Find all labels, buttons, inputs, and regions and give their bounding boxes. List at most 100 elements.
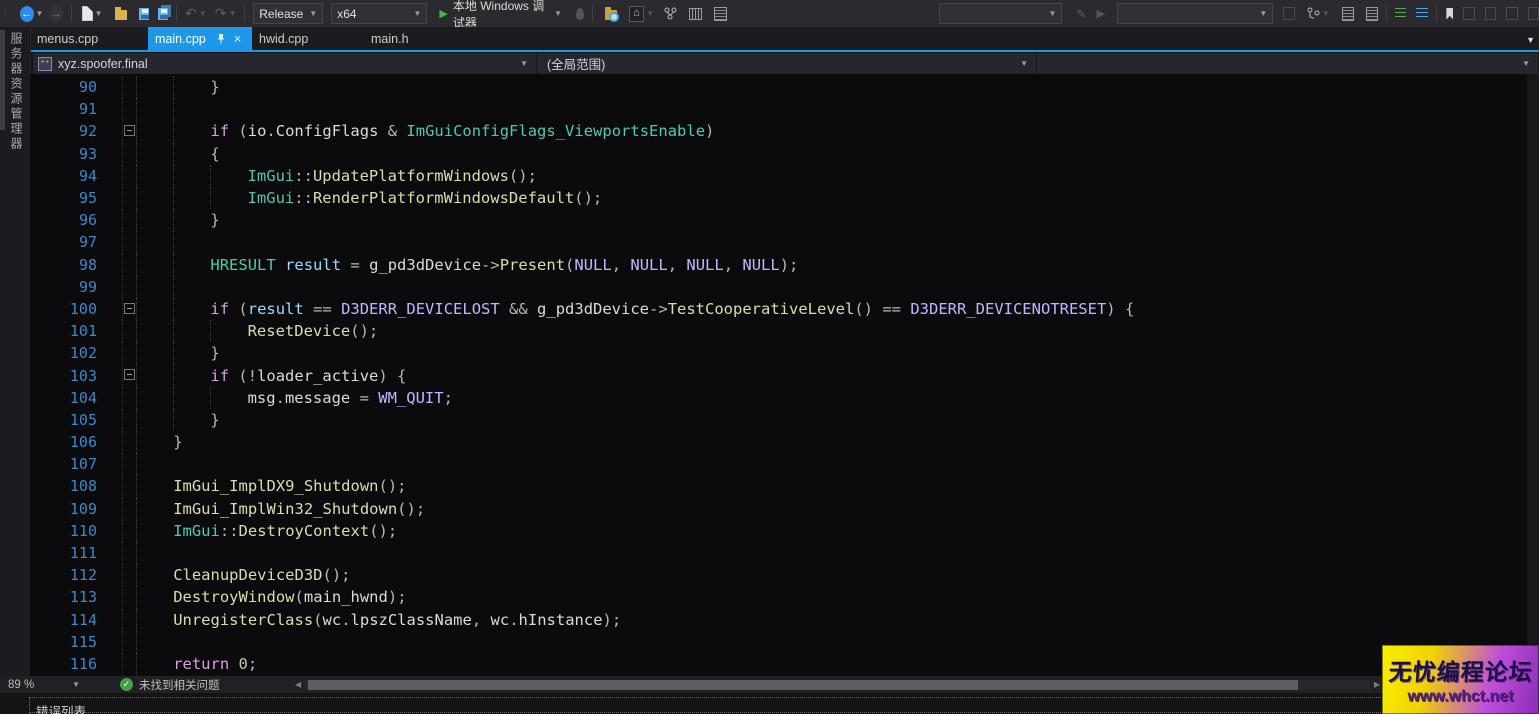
code-line[interactable]: 95ImGui::RenderPlatformWindowsDefault(); xyxy=(30,187,1527,209)
navigate-back-dropdown[interactable]: ▼ xyxy=(36,9,44,18)
start-debugger-button[interactable]: 本地 Windows 调试器 xyxy=(453,0,552,31)
save-all-icon[interactable] xyxy=(158,8,168,20)
toolbar-disabled-icon xyxy=(1485,7,1496,20)
undo-icon[interactable]: ↶ xyxy=(185,5,197,22)
fold-collapse-icon[interactable] xyxy=(124,303,135,314)
decrease-indent-icon[interactable] xyxy=(1395,8,1406,19)
code-tokens: } xyxy=(136,211,220,229)
start-debugger-dropdown[interactable]: ▼ xyxy=(554,9,562,18)
code-line[interactable]: 100if (result == D3DERR_DEVICELOST && g_… xyxy=(30,298,1527,320)
memory-window-icon[interactable] xyxy=(689,8,702,20)
hscroll-track[interactable] xyxy=(305,680,1370,690)
code-line[interactable]: 114UnregisterClass(wc.lpszClassName, wc.… xyxy=(30,609,1527,631)
editor-horizontal-scrollbar[interactable]: ◀ ▶ xyxy=(295,678,1380,691)
code-line[interactable]: 104msg.message = WM_QUIT; xyxy=(30,387,1527,409)
find-in-files-icon[interactable] xyxy=(605,10,617,20)
redo-icon[interactable]: ↷ xyxy=(215,5,227,22)
code-line[interactable]: 108ImGui_ImplDX9_Shutdown(); xyxy=(30,475,1527,497)
toolbar-combo-3[interactable]: ▼ xyxy=(939,3,1063,24)
code-line[interactable]: 90} xyxy=(30,76,1527,98)
code-line[interactable]: 113DestroyWindow(main_hwnd); xyxy=(30,586,1527,608)
editor-vertical-scrollbar[interactable] xyxy=(1527,74,1539,676)
home-window-dropdown[interactable]: ▼ xyxy=(646,9,654,18)
redo-dropdown[interactable]: ▼ xyxy=(228,9,236,18)
chevron-down-icon: ▼ xyxy=(414,9,422,18)
code-line[interactable]: 94ImGui::UpdatePlatformWindows(); xyxy=(30,165,1527,187)
code-lines-container: 90}9192if (io.ConfigFlags & ImGuiConfigF… xyxy=(30,76,1527,675)
tab-menus-cpp[interactable]: menus.cpp xyxy=(30,27,148,50)
tab-list-dropdown[interactable]: ▼ xyxy=(1526,35,1535,45)
home-window-icon[interactable]: ⌂ xyxy=(629,6,645,22)
member-scope-select[interactable]: ▼ xyxy=(1037,53,1539,74)
toolbar-combo-4[interactable]: ▼ xyxy=(1117,3,1273,24)
server-explorer-vertical-tab[interactable]: 服务器资源管理器 xyxy=(8,32,25,152)
code-line[interactable]: 107 xyxy=(30,453,1527,475)
undo-dropdown[interactable]: ▼ xyxy=(199,9,207,18)
document-health-indicator[interactable]: ✓ 未找到相关问题 xyxy=(120,677,220,693)
error-list-panel-header[interactable]: 错误列表 xyxy=(29,697,1531,713)
code-line[interactable]: 92if (io.ConfigFlags & ImGuiConfigFlags_… xyxy=(30,120,1527,142)
open-file-icon[interactable] xyxy=(115,10,127,20)
scroll-left-icon[interactable]: ◀ xyxy=(295,680,305,689)
new-file-dropdown[interactable]: ▼ xyxy=(95,9,103,18)
navigate-forward-button[interactable]: → xyxy=(49,6,63,22)
code-text xyxy=(136,453,1527,475)
code-line[interactable]: 103if (!loader_active) { xyxy=(30,364,1527,386)
source-control-icon[interactable] xyxy=(1307,7,1320,23)
zoom-level-select[interactable]: 89 % ▼ xyxy=(8,679,80,691)
indent-guide xyxy=(173,98,174,120)
code-line[interactable]: 101ResetDevice(); xyxy=(30,320,1527,342)
pin-icon[interactable] xyxy=(216,33,226,44)
solution-configurations-select[interactable]: Release ▼ xyxy=(253,3,323,24)
close-icon[interactable]: × xyxy=(234,32,242,45)
tab-hwid-cpp[interactable]: hwid.cpp xyxy=(252,27,362,50)
code-line[interactable]: 111 xyxy=(30,542,1527,564)
profiler-flame-icon[interactable] xyxy=(576,8,584,20)
save-icon[interactable] xyxy=(139,8,149,20)
code-line[interactable]: 97 xyxy=(30,231,1527,253)
toolbar-separator xyxy=(592,5,593,23)
code-editor[interactable]: 90}9192if (io.ConfigFlags & ImGuiConfigF… xyxy=(30,74,1527,676)
paste-window-icon[interactable] xyxy=(1366,7,1378,21)
code-text: UnregisterClass(wc.lpszClassName, wc.hIn… xyxy=(136,609,1527,631)
registers-window-icon[interactable] xyxy=(714,7,726,21)
tab-main-cpp[interactable]: main.cpp × xyxy=(148,27,252,50)
code-text: ImGui::UpdatePlatformWindows(); xyxy=(136,165,1527,187)
code-line[interactable]: 98HRESULT result = g_pd3dDevice->Present… xyxy=(30,254,1527,276)
project-scope-select[interactable]: ⁺⁺ xyz.spoofer.final ▼ xyxy=(33,53,537,74)
type-scope-select[interactable]: (全局范围) ▼ xyxy=(537,53,1037,74)
code-line[interactable]: 115 xyxy=(30,631,1527,653)
fold-collapse-icon[interactable] xyxy=(124,369,135,380)
attach-process-icon[interactable] xyxy=(664,7,677,23)
code-line[interactable]: 91 xyxy=(30,98,1527,120)
code-line[interactable]: 96} xyxy=(30,209,1527,231)
source-control-dropdown[interactable]: ▼ xyxy=(1322,9,1330,18)
navigate-back-button[interactable]: ← xyxy=(20,6,34,22)
edit-pencil-icon[interactable]: ✎ xyxy=(1076,7,1086,21)
code-line[interactable]: 116return 0; xyxy=(30,653,1527,675)
tab-main-h[interactable]: main.h xyxy=(362,27,452,50)
fold-collapse-icon[interactable] xyxy=(124,125,135,136)
line-number: 100 xyxy=(30,300,110,318)
bookmark-icon[interactable] xyxy=(1446,8,1453,20)
hscroll-thumb[interactable] xyxy=(308,680,1298,690)
left-strip-scrollbar[interactable] xyxy=(0,30,5,130)
code-line[interactable]: 99 xyxy=(30,276,1527,298)
fold-margin xyxy=(122,498,136,520)
line-number: 102 xyxy=(30,344,110,362)
copy-window-icon[interactable] xyxy=(1342,7,1354,21)
new-file-icon[interactable] xyxy=(82,6,93,21)
code-line[interactable]: 102} xyxy=(30,342,1527,364)
toolbar-disabled-icon xyxy=(1528,7,1539,20)
code-line[interactable]: 112CleanupDeviceD3D(); xyxy=(30,564,1527,586)
scroll-right-icon[interactable]: ▶ xyxy=(1370,680,1380,689)
code-line[interactable]: 110ImGui::DestroyContext(); xyxy=(30,520,1527,542)
solution-platforms-select[interactable]: x64 ▼ xyxy=(331,3,427,24)
code-line[interactable]: 93{ xyxy=(30,143,1527,165)
fold-margin xyxy=(122,98,136,120)
bottom-panel: 错误列表 xyxy=(0,693,1539,714)
increase-indent-icon[interactable] xyxy=(1416,8,1427,19)
code-line[interactable]: 109ImGui_ImplWin32_Shutdown(); xyxy=(30,498,1527,520)
code-line[interactable]: 106} xyxy=(30,431,1527,453)
code-line[interactable]: 105} xyxy=(30,409,1527,431)
